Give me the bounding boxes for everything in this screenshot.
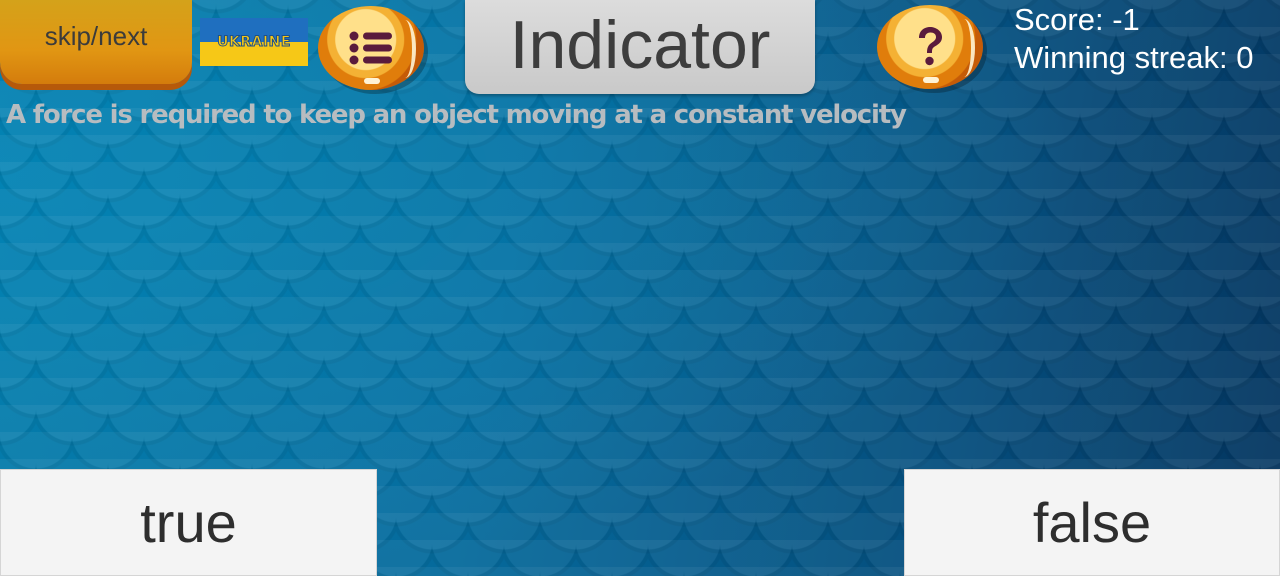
help-button-gloss-dot	[923, 77, 939, 83]
score-text: Score: -1	[1014, 2, 1140, 37]
menu-button-gloss-dot	[364, 78, 380, 84]
skip-next-label: skip/next	[44, 20, 148, 51]
true-button[interactable]: true	[0, 469, 377, 576]
help-button-gloss	[953, 19, 975, 77]
flag-label: UKRAINE	[217, 34, 291, 51]
ukraine-flag-button[interactable]: UKRAINE	[200, 18, 308, 66]
list-icon	[349, 31, 392, 65]
false-label: false	[1032, 491, 1152, 554]
skip-next-button[interactable]: skip/next	[0, 0, 192, 84]
indicator-title-panel: Indicator	[465, 0, 815, 94]
help-button[interactable]	[877, 5, 983, 89]
score-panel: Score: -1 Winning streak: 0	[1014, 1, 1254, 77]
page-title: Indicator	[509, 7, 771, 83]
question-icon	[919, 27, 942, 66]
winning-streak-text: Winning streak: 0	[1014, 40, 1254, 75]
false-button[interactable]: false	[904, 469, 1280, 576]
menu-button[interactable]	[318, 6, 424, 90]
menu-button-gloss	[394, 20, 416, 78]
question-text: A force is required to keep an object mo…	[6, 100, 907, 130]
true-label: true	[140, 491, 237, 554]
